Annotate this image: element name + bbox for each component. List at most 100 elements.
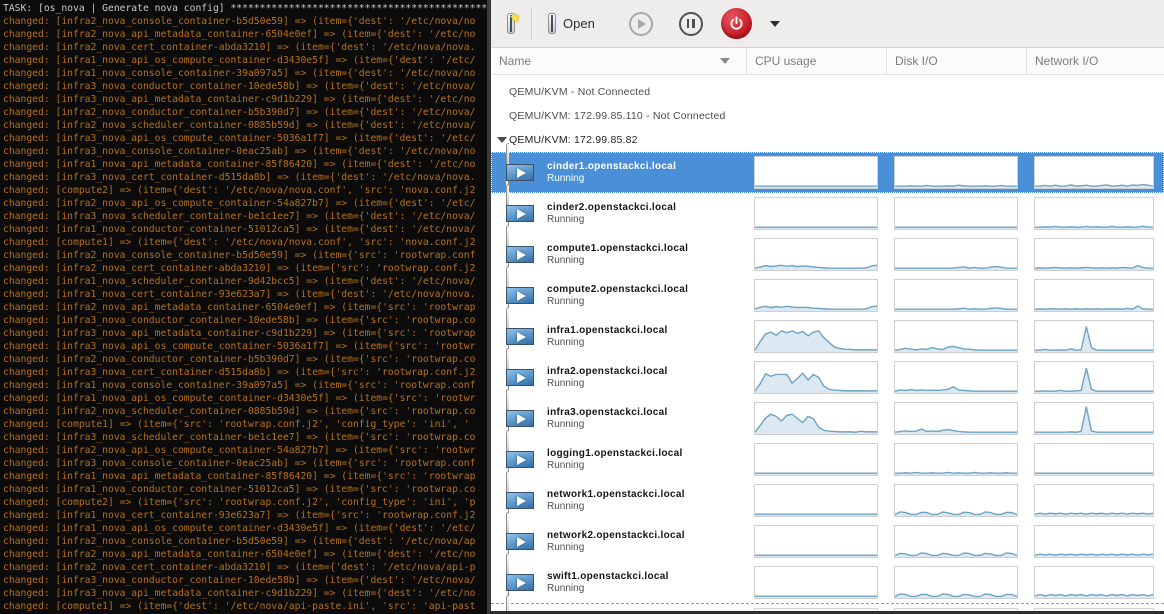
vm-text-cell: compute1.openstackci.local Running — [547, 243, 746, 266]
network-io-chart-cell — [1026, 398, 1164, 439]
terminal-line: changed: [infra2_nova_console_container-… — [3, 249, 487, 262]
cpu-usage-sparkline — [754, 402, 878, 435]
cpu-usage-chart-cell — [746, 439, 886, 480]
connection-label: QEMU/KVM: 172.99.85.82 — [509, 134, 638, 146]
network-io-sparkline — [1034, 566, 1154, 599]
network-io-sparkline — [1034, 443, 1154, 476]
vm-row[interactable]: compute1.openstackci.local Running — [491, 234, 1164, 275]
vm-status: Running — [547, 542, 746, 553]
vm-row[interactable]: compute2.openstackci.local Running — [491, 275, 1164, 316]
vm-row[interactable]: network1.openstackci.local Running — [491, 480, 1164, 521]
vm-status: Running — [547, 460, 746, 471]
terminal-line: changed: [infra2_nova_scheduler_containe… — [3, 405, 487, 418]
disk-io-sparkline — [894, 608, 1018, 614]
vm-row[interactable]: infra1.openstackci.local Running — [491, 316, 1164, 357]
terminal-line: changed: [infra1_nova_console_container-… — [3, 379, 487, 392]
pause-vm-button[interactable] — [679, 12, 703, 36]
terminal-line: changed: [infra1_nova_api_metadata_conta… — [3, 158, 487, 171]
disk-io-chart-cell — [886, 521, 1026, 562]
disk-io-chart-cell — [886, 152, 1026, 193]
terminal-line: changed: [infra2_nova_conductor_containe… — [3, 353, 487, 366]
terminal-line: changed: [infra3_nova_api_os_compute_con… — [3, 132, 487, 145]
cpu-usage-sparkline — [754, 566, 878, 599]
new-vm-button[interactable]: ★ — [501, 14, 521, 33]
cpu-usage-chart-cell — [746, 398, 886, 439]
vm-status: Running — [547, 337, 746, 348]
disk-io-sparkline — [894, 566, 1018, 599]
column-header-cpu-label: CPU usage — [755, 54, 816, 68]
terminal-line: changed: [infra2_nova_cert_container-abd… — [3, 561, 487, 574]
terminal-line: changed: [infra3_nova_scheduler_containe… — [3, 210, 487, 223]
cpu-usage-sparkline — [754, 279, 878, 312]
terminal-line: changed: [compute2] => (item={'src': 'ro… — [3, 496, 487, 509]
terminal-line: changed: [infra1_nova_api_os_compute_con… — [3, 522, 487, 535]
vm-row[interactable]: cinder1.openstackci.local Running — [491, 152, 1164, 193]
column-header-network[interactable]: Network I/O — [1026, 48, 1164, 74]
terminal-line: TASK: [os_nova | Generate nova config] *… — [3, 2, 487, 15]
terminal-window[interactable]: TASK: [os_nova | Generate nova config] *… — [0, 0, 487, 614]
vm-row[interactable]: cinder2.openstackci.local Running — [491, 193, 1164, 234]
vm-row[interactable]: logging1.openstackci.local Running — [491, 439, 1164, 480]
terminal-line: changed: [infra3_nova_scheduler_containe… — [3, 431, 487, 444]
disk-io-sparkline — [894, 156, 1018, 189]
terminal-line: changed: [infra1_nova_conductor_containe… — [3, 483, 487, 496]
column-header-cpu[interactable]: CPU usage — [746, 48, 886, 74]
vm-list: cinder1.openstackci.local Running cinder… — [491, 152, 1164, 614]
column-header-disk-label: Disk I/O — [895, 54, 938, 68]
terminal-line: changed: [infra2_nova_api_os_compute_con… — [3, 444, 487, 457]
play-icon — [638, 19, 646, 29]
connection-row-qemu-82[interactable]: QEMU/KVM: 172.99.85.82 — [491, 128, 1164, 152]
connection-row-qemu-local[interactable]: QEMU/KVM - Not Connected — [491, 80, 1164, 104]
vm-text-cell: infra3.openstackci.local Running — [547, 407, 746, 430]
vm-row[interactable] — [491, 603, 1164, 614]
terminal-line: changed: [infra3_nova_conductor_containe… — [3, 574, 487, 587]
vm-running-icon — [506, 598, 534, 614]
disk-io-chart-cell — [886, 439, 1026, 480]
network-io-chart-cell — [1026, 439, 1164, 480]
terminal-line: changed: [infra1_nova_api_os_compute_con… — [3, 392, 487, 405]
vm-row[interactable]: swift1.openstackci.local Running — [491, 562, 1164, 603]
terminal-line: changed: [compute2] => (item={'dest': '/… — [3, 184, 487, 197]
column-header-name[interactable]: Name — [491, 48, 746, 74]
shutdown-menu-button[interactable] — [760, 19, 780, 29]
pause-icon — [687, 19, 695, 28]
open-vm-button[interactable]: Open — [542, 14, 601, 33]
shutdown-vm-button[interactable] — [721, 8, 752, 39]
vm-row[interactable]: infra2.openstackci.local Running — [491, 357, 1164, 398]
terminal-line: changed: [infra2_nova_api_metadata_conta… — [3, 548, 487, 561]
run-vm-button[interactable] — [629, 12, 653, 36]
disk-io-chart-cell — [886, 604, 1026, 614]
disk-io-sparkline — [894, 525, 1018, 558]
terminal-line: changed: [infra1_nova_cert_container-93e… — [3, 288, 487, 301]
disk-io-sparkline — [894, 197, 1018, 230]
terminal-line: changed: [infra3_nova_cert_container-d51… — [3, 171, 487, 184]
disk-io-chart-cell — [886, 357, 1026, 398]
disk-io-chart-cell — [886, 275, 1026, 316]
cpu-usage-chart-cell — [746, 275, 886, 316]
expander-arrow-icon[interactable] — [497, 137, 507, 143]
terminal-line: changed: [infra3_nova_api_metadata_conta… — [3, 93, 487, 106]
connection-label: QEMU/KVM: 172.99.85.110 - Not Connected — [509, 110, 726, 122]
terminal-line: changed: [infra1_nova_cert_container-93e… — [3, 509, 487, 522]
open-button-label: Open — [563, 16, 595, 31]
terminal-output: TASK: [os_nova | Generate nova config] *… — [3, 2, 487, 614]
vm-status: Running — [547, 255, 746, 266]
column-header-disk[interactable]: Disk I/O — [886, 48, 1026, 74]
virt-manager-window: ★ Open — [487, 0, 1164, 614]
network-io-chart-cell — [1026, 275, 1164, 316]
network-io-chart-cell — [1026, 152, 1164, 193]
cpu-usage-sparkline — [754, 320, 878, 353]
connection-row-qemu-110[interactable]: QEMU/KVM: 172.99.85.110 - Not Connected — [491, 104, 1164, 128]
vm-row[interactable]: infra3.openstackci.local Running — [491, 398, 1164, 439]
terminal-line: changed: [infra2_nova_console_container-… — [3, 15, 487, 28]
disk-io-chart-cell — [886, 234, 1026, 275]
terminal-line: changed: [infra3_nova_console_container-… — [3, 457, 487, 470]
terminal-line: changed: [infra1_nova_api_os_compute_con… — [3, 54, 487, 67]
cpu-usage-chart-cell — [746, 316, 886, 357]
network-io-sparkline — [1034, 156, 1154, 189]
vm-status: Running — [547, 296, 746, 307]
vm-row[interactable]: network2.openstackci.local Running — [491, 521, 1164, 562]
network-io-chart-cell — [1026, 234, 1164, 275]
vm-status: Running — [547, 214, 746, 225]
terminal-line: changed: [compute1] => (item={'dest': '/… — [3, 600, 487, 613]
